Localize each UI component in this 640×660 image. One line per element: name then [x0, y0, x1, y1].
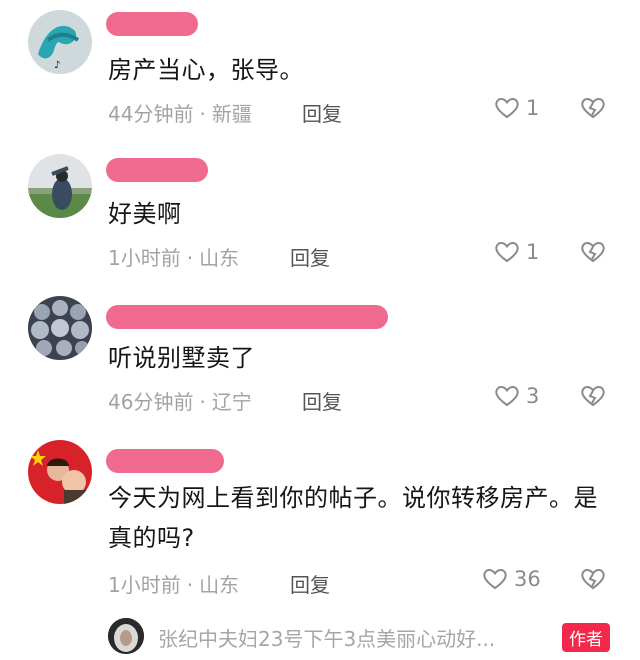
heart-outline-icon	[495, 98, 519, 119]
like-button[interactable]: 1	[494, 96, 539, 120]
broken-heart-icon	[581, 242, 605, 263]
like-count: 1	[526, 240, 540, 264]
comment-text: 房产当心，张导。	[108, 56, 304, 84]
author-badge: 作者	[562, 623, 610, 652]
username-masked[interactable]	[106, 305, 388, 329]
like-button[interactable]: 36	[482, 567, 541, 591]
avatar[interactable]	[28, 440, 92, 504]
comment-time: 1小时前	[108, 246, 181, 270]
reply-button[interactable]: 回复	[290, 242, 330, 271]
dislike-button[interactable]	[580, 240, 606, 268]
comment-meta: 1小时前 · 山东	[108, 242, 239, 271]
avatar[interactable]	[28, 296, 92, 360]
like-button[interactable]: 3	[494, 384, 539, 408]
heart-outline-icon	[495, 386, 519, 407]
comment-text: 好美啊	[108, 200, 182, 228]
dislike-button[interactable]	[580, 567, 606, 595]
broken-heart-icon	[581, 569, 605, 590]
meta-separator: ·	[199, 102, 206, 126]
username-masked[interactable]	[106, 449, 224, 473]
username-masked[interactable]	[106, 12, 198, 36]
broken-heart-icon	[581, 386, 605, 407]
author-avatar[interactable]	[108, 618, 144, 654]
author-reply-text: 张纪中夫妇23号下午3点美丽心动好...	[158, 627, 496, 651]
comment-time: 44分钟前	[108, 102, 194, 126]
reply-button[interactable]: 回复	[302, 98, 342, 127]
comment-text: 今天为网上看到你的帖子。说你转移房产。是真的吗?	[108, 484, 598, 552]
author-reply-preview[interactable]: 张纪中夫妇23号下午3点美丽心动好... 作者	[108, 618, 628, 654]
avatar[interactable]	[28, 154, 92, 218]
comment-time: 46分钟前	[108, 390, 194, 414]
meta-separator: ·	[186, 573, 194, 597]
comment-meta: 46分钟前 · 辽宁	[108, 386, 252, 415]
avatar[interactable]: ♪	[28, 10, 92, 74]
comment-time: 1小时前	[108, 573, 181, 597]
comment-meta: 44分钟前 · 新疆	[108, 98, 252, 127]
reply-button[interactable]: 回复	[302, 386, 342, 415]
dislike-button[interactable]	[580, 96, 606, 124]
comment-location: 山东	[199, 573, 240, 597]
meta-separator: ·	[186, 246, 194, 270]
comment-meta: 1小时前 · 山东	[108, 569, 239, 598]
svg-text:♪: ♪	[54, 60, 60, 71]
dislike-button[interactable]	[580, 384, 606, 412]
comment-text: 听说别墅卖了	[108, 344, 255, 372]
like-count: 1	[526, 96, 540, 120]
comment-location: 辽宁	[211, 390, 252, 414]
reply-button[interactable]: 回复	[290, 569, 330, 598]
heart-outline-icon	[495, 242, 519, 263]
like-button[interactable]: 1	[494, 240, 539, 264]
comment-location: 新疆	[211, 102, 252, 126]
meta-separator: ·	[199, 390, 206, 414]
like-count: 36	[514, 567, 541, 591]
like-count: 3	[526, 384, 540, 408]
heart-outline-icon	[483, 569, 507, 590]
broken-heart-icon	[581, 98, 605, 119]
username-masked[interactable]	[106, 158, 208, 182]
comment-location: 山东	[199, 246, 240, 270]
